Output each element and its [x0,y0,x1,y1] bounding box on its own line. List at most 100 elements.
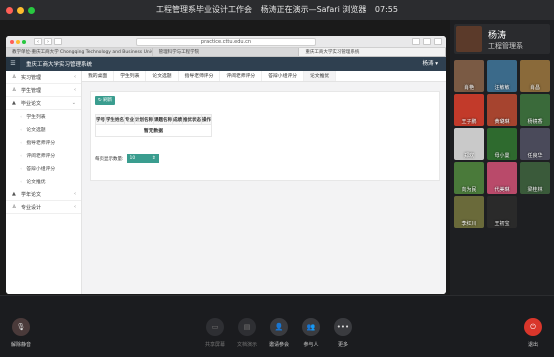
bullet-icon: ◦ [20,114,23,119]
sidebar-item-students[interactable]: ♙ 学生管理 ‹ [6,84,81,97]
participant-tile[interactable]: 母小曼 [487,128,517,160]
participant-tile[interactable]: 杨镜香 [520,94,550,126]
sidebar-item-annual-thesis[interactable]: ▲ 学年论文 ‹ [6,188,81,201]
page-size-select[interactable]: 10 ⇕ [126,154,159,163]
browser-toolbar: ‹ › practice.cttu.edu.cn [6,36,446,48]
participant-name: 肖艳 [463,85,474,91]
share-screen-button[interactable]: ▭ 共享屏幕 [198,318,232,348]
new-tab-icon[interactable] [434,38,442,45]
tab-student-list[interactable]: 学生列表 [114,71,147,81]
browser-close-button[interactable] [10,39,14,44]
column-header[interactable]: 专业 [124,114,135,125]
host-video[interactable]: 杨涛 工程管理系 [454,24,550,54]
table-empty-row: 暂无数据 [95,124,212,137]
page-size-label: 每页显示数量: [95,156,124,162]
meeting-title-line: 工程管理系毕业设计工作会 杨涛正在演示—Safari 浏览器 07:55 [0,0,554,20]
participant-tile[interactable]: 郑欢 [454,128,484,160]
empty-message: 暂无数据 [95,124,212,137]
column-header[interactable]: 学号 [95,114,106,125]
participant-name: 向为民 [461,187,477,193]
participant-tile[interactable]: 王初宝 [487,196,517,228]
user-menu[interactable]: 杨涛 ▾ [422,57,438,71]
power-icon: ⏻ [524,318,542,336]
participant-tile[interactable]: 梁桂林 [520,162,550,194]
sidebar-subitem-thesis-recommend[interactable]: ◦ 论文推优 [6,175,81,188]
participant-name: 李红川 [461,221,477,227]
user-icon: ♙ [12,204,17,210]
column-header[interactable]: 学生姓名 [105,114,125,125]
updown-icon: ⇕ [151,156,156,161]
participant-name: 代美琳 [494,187,510,193]
browser-tab[interactable]: 教学单位-重庆工商大学 Chongqing Technology and Bus… [6,48,153,56]
bullet-icon: ◦ [20,140,23,145]
invite-button[interactable]: 👤 邀请参会 [262,318,296,348]
participant-tile[interactable]: 肖艳 [454,60,484,92]
sidebar-subitem-defense-score[interactable]: ◦ 答辩小组评分 [6,162,81,175]
participant-name: 王初宝 [494,221,510,227]
user-icon: ♙ [12,74,17,80]
participant-tile[interactable]: 向为民 [454,162,484,194]
back-icon[interactable]: ‹ [34,38,42,45]
host-name: 杨涛 [488,31,507,41]
user-name: 杨涛 [422,61,434,67]
tab-reviewer-score[interactable]: 评阅老师评分 [220,71,263,81]
sidebar-toggle-icon[interactable] [54,38,62,45]
more-icon: ••• [334,318,352,336]
data-table: 学号 学生姓名 专业 计划名称 课题名称 成绩 推优状态 操作 暂无数据 [95,114,212,137]
participant-tile[interactable]: 肖昌 [520,60,550,92]
sidebar-subitem-advisor-score[interactable]: ◦ 指导老师评分 [6,136,81,149]
tab-topic-selection[interactable]: 论文选题 [146,71,179,81]
url-bar[interactable]: practice.cttu.edu.cn [136,38,316,46]
participant-name: 王子鹏 [461,119,477,125]
browser-zoom-button[interactable] [22,39,26,44]
menu-toggle-icon[interactable]: ☰ [6,57,20,71]
participant-name: 黄璐琳 [494,119,510,125]
sidebar-subitem-topic-selection[interactable]: ◦ 论文选题 [6,123,81,136]
column-header[interactable]: 推优状态 [182,114,202,125]
participant-tile[interactable]: 任良华 [520,128,550,160]
app-title: 重庆工商大学实习管理系统 [26,62,93,68]
document-demo-button[interactable]: ▤ 文档演示 [230,318,264,348]
unmute-button[interactable]: 🎙 解除静音 [4,318,38,348]
forward-icon[interactable]: › [44,38,52,45]
browser-tab[interactable]: 管理科学与工程学院 [153,48,300,56]
leave-button[interactable]: ⏻ 退出 [516,318,550,348]
participant-tile[interactable]: 黄璐琳 [487,94,517,126]
more-button[interactable]: ••• 更多 [326,318,360,348]
chevron-left-icon: ‹ [74,87,76,93]
refresh-icon: ↻ [97,98,102,103]
chevron-left-icon: ‹ [74,74,76,80]
participant-tile[interactable]: 汪敏敏 [487,60,517,92]
sidebar-item-internship[interactable]: ♙ 实习管理 ‹ [6,71,81,84]
sidebar-item-thesis[interactable]: ▲ 毕业论文 ⌄ [6,97,81,110]
bullet-icon: ◦ [20,153,23,158]
sidebar-item-major-design[interactable]: ♙ 专业设计 ‹ [6,201,81,214]
sidebar-subitem-reviewer-score[interactable]: ◦ 评阅老师评分 [6,149,81,162]
tab-advisor-score[interactable]: 指导老师评分 [179,71,221,81]
participant-tile[interactable]: 李红川 [454,196,484,228]
sidebar: ♙ 实习管理 ‹ ♙ 学生管理 ‹ ▲ 毕业论文 ⌄ ◦ 学生列表 ◦ 论文选题 ◦ 指导老师评分… [6,71,82,294]
column-header[interactable]: 课题名称 [153,114,173,125]
download-icon[interactable] [412,38,420,45]
screen-share-icon: ▭ [206,318,224,336]
content-tabs: 我的桌面 学生列表 论文选题 指导老师评分 评阅老师评分 答辩小组评分 论文推优 [82,71,446,82]
browser-minimize-button[interactable] [16,39,20,44]
participant-tile[interactable]: 王子鹏 [454,94,484,126]
refresh-button[interactable]: ↻ 刷新 [95,96,115,105]
people-icon: 👥 [302,318,320,336]
column-header[interactable]: 操作 [201,114,212,125]
add-person-icon: 👤 [270,318,288,336]
presenting-status: 杨涛正在演示—Safari 浏览器 [260,5,367,14]
tab-desktop[interactable]: 我的桌面 [82,71,115,81]
column-header[interactable]: 计划名称 [134,114,154,125]
sidebar-subitem-student-list[interactable]: ◦ 学生列表 [6,110,81,123]
participants-button[interactable]: 👥 参与人 [294,318,328,348]
chevron-left-icon: ‹ [74,191,76,197]
tab-thesis-recommend[interactable]: 论文推优 [304,71,337,81]
column-header[interactable]: 成绩 [172,114,183,125]
browser-tab-active[interactable]: 重庆工商大学实习管理系统 [299,48,446,56]
tab-defense-score[interactable]: 答辩小组评分 [262,71,304,81]
participant-tile[interactable]: 代美琳 [487,162,517,194]
participant-name: 任良华 [527,153,543,159]
share-icon[interactable] [423,38,431,45]
